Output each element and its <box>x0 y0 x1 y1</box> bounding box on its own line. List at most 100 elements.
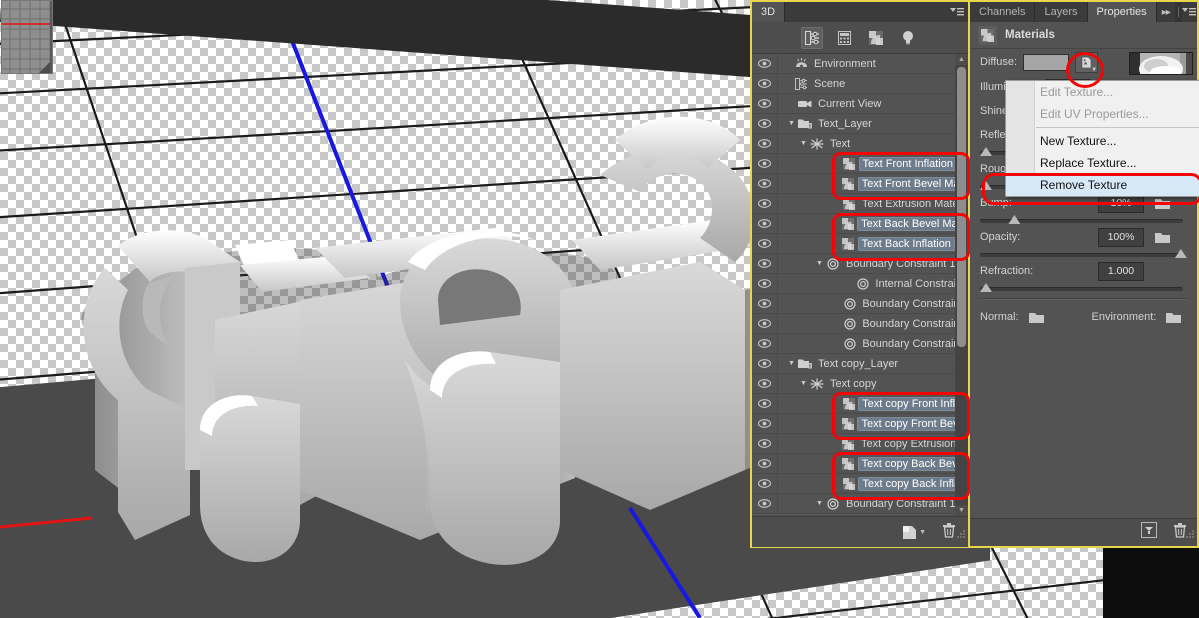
properties-panel-menu-icon[interactable] <box>1181 2 1197 22</box>
texture-menu-icon[interactable]: ▼ <box>1075 51 1099 73</box>
visibility-eye-icon[interactable] <box>752 374 778 393</box>
list-item[interactable]: Text Front Inflation M... <box>752 154 968 174</box>
visibility-eye-icon[interactable] <box>752 54 778 73</box>
visibility-eye-icon[interactable] <box>752 334 778 353</box>
material-icon <box>842 477 856 490</box>
list-item[interactable]: Scene <box>752 74 968 94</box>
3d-scene-list[interactable]: Environment Scene Current View ▼ Text_Layer ▼… <box>752 54 968 516</box>
mesh-filter-icon[interactable] <box>833 27 855 49</box>
list-item[interactable]: ▼ Text copy <box>752 374 968 394</box>
opacity-folder-icon[interactable] <box>1155 231 1170 244</box>
list-item[interactable]: Environment <box>752 54 968 74</box>
tab-channels[interactable]: Channels <box>970 2 1036 22</box>
list-item[interactable]: Text copy Front Inflati... <box>752 394 968 414</box>
list-item[interactable]: ▼ Text copy_Layer <box>752 354 968 374</box>
materials-filter-icon[interactable] <box>865 27 887 49</box>
scroll-up-arrow-icon[interactable]: ▲ <box>955 54 968 65</box>
texture-context-menu[interactable]: Edit Texture... Edit UV Properties... Ne… <box>1005 80 1199 197</box>
refraction-slider[interactable] <box>980 283 1183 293</box>
list-item[interactable]: Current View <box>752 94 968 114</box>
visibility-eye-icon[interactable] <box>752 494 778 513</box>
visibility-eye-icon[interactable] <box>752 354 778 373</box>
bump-folder-icon[interactable] <box>1155 197 1170 210</box>
lights-filter-icon[interactable] <box>897 27 919 49</box>
resize-corner-icon[interactable] <box>39 62 50 73</box>
chevron-down-icon[interactable]: ▼ <box>798 140 809 147</box>
menu-item-replace-texture[interactable]: Replace Texture... <box>1006 152 1199 174</box>
visibility-eye-icon[interactable] <box>752 194 778 213</box>
list-item[interactable]: Text copy Front Bevel ... <box>752 414 968 434</box>
visibility-eye-icon[interactable] <box>752 254 778 273</box>
visibility-eye-icon[interactable] <box>752 94 778 113</box>
tab-layers[interactable]: Layers <box>1035 2 1088 22</box>
list-item[interactable]: Text Extrusion Material <box>752 194 968 214</box>
opacity-value-field[interactable]: 100% <box>1098 227 1144 247</box>
visibility-eye-icon[interactable] <box>752 314 778 333</box>
list-item-body: Text copy Extrusion M... <box>778 434 968 453</box>
visibility-eye-icon[interactable] <box>752 134 778 153</box>
opacity-label: Opacity: <box>980 231 1021 243</box>
list-item-body: Environment <box>778 54 968 73</box>
visibility-eye-icon[interactable] <box>752 454 778 473</box>
list-item[interactable]: Text Back Inflation Ma... <box>752 234 968 254</box>
chevron-down-icon[interactable]: ▼ <box>814 500 825 507</box>
list-item[interactable]: Text copy Extrusion M... <box>752 434 968 454</box>
menu-item-edit-uv-properties[interactable]: Edit UV Properties... <box>1006 103 1199 125</box>
environment-folder-icon[interactable] <box>1166 311 1182 324</box>
list-item[interactable]: Internal Constraint 2 <box>752 274 968 294</box>
opacity-slider[interactable] <box>980 249 1187 259</box>
list-item[interactable]: ▼ Text <box>752 134 968 154</box>
list-item[interactable]: ▼ Text_Layer <box>752 114 968 134</box>
secondary-view-widget[interactable] <box>2 1 52 73</box>
list-item[interactable]: ▼ Boundary Constraint 1 <box>752 254 968 274</box>
double-arrow-right-icon[interactable]: ▸▸ <box>1156 2 1175 22</box>
list-item[interactable]: Boundary Constraint 4 <box>752 314 968 334</box>
tab-properties[interactable]: Properties <box>1087 2 1157 22</box>
list-item[interactable]: Boundary Constraint 5 <box>752 334 968 354</box>
opacity-slider-track <box>980 253 1183 257</box>
visibility-eye-icon[interactable] <box>752 434 778 453</box>
3d-list-scrollbar[interactable]: ▲ ▼ <box>955 54 968 516</box>
visibility-eye-icon[interactable] <box>752 274 778 293</box>
scroll-down-arrow-icon[interactable]: ▼ <box>955 505 968 516</box>
list-item[interactable]: Text Back Bevel Material <box>752 214 968 234</box>
visibility-eye-icon[interactable] <box>752 294 778 313</box>
chevron-down-icon[interactable]: ▼ <box>814 260 825 267</box>
trash-icon[interactable] <box>942 522 956 543</box>
visibility-eye-icon[interactable] <box>752 114 778 133</box>
visibility-eye-icon[interactable] <box>752 174 778 193</box>
list-item[interactable]: Text Front Bevel Mate... <box>752 174 968 194</box>
cube-icon[interactable] <box>1141 522 1157 543</box>
3d-panel: 3D Environment Scene Current View ▼ Text_Lay… <box>750 0 970 548</box>
normal-folder-icon[interactable] <box>1028 311 1044 324</box>
visibility-eye-icon[interactable] <box>752 214 778 233</box>
menu-item-edit-texture[interactable]: Edit Texture... <box>1006 81 1199 103</box>
refraction-value-field[interactable]: 1.000 <box>1098 261 1144 281</box>
menu-item-remove-texture[interactable]: Remove Texture <box>1006 174 1199 196</box>
3d-filter-toolbar <box>752 22 968 54</box>
tab-3d[interactable]: 3D <box>752 2 786 22</box>
visibility-eye-icon[interactable] <box>752 414 778 433</box>
scene-filter-icon[interactable] <box>801 26 823 49</box>
visibility-eye-icon[interactable] <box>752 234 778 253</box>
list-item-body: Text Front Inflation M... <box>778 154 968 173</box>
properties-resize-grip-icon[interactable] <box>1185 526 1195 544</box>
resize-grip-icon[interactable] <box>956 526 966 544</box>
list-item[interactable]: Boundary Constraint 3 <box>752 294 968 314</box>
list-item[interactable]: Text copy Back Bevel ... <box>752 454 968 474</box>
diffuse-color-swatch[interactable] <box>1023 53 1070 71</box>
menu-item-new-texture[interactable]: New Texture... <box>1006 130 1199 152</box>
chevron-down-icon[interactable]: ▼ <box>786 360 797 367</box>
visibility-eye-icon[interactable] <box>752 474 778 493</box>
chevron-down-icon[interactable]: ▼ <box>786 120 797 127</box>
add-object-icon[interactable]: ▼ <box>902 525 926 540</box>
visibility-eye-icon[interactable] <box>752 154 778 173</box>
visibility-eye-icon[interactable] <box>752 74 778 93</box>
list-item[interactable]: Text copy Back Inflati... <box>752 474 968 494</box>
panel-menu-icon[interactable] <box>946 2 968 22</box>
list-item[interactable]: ▼ Boundary Constraint 1... <box>752 494 968 514</box>
scrollbar-thumb[interactable] <box>957 67 966 347</box>
chevron-down-icon[interactable]: ▼ <box>798 380 809 387</box>
bump-slider[interactable] <box>980 215 1183 225</box>
visibility-eye-icon[interactable] <box>752 394 778 413</box>
